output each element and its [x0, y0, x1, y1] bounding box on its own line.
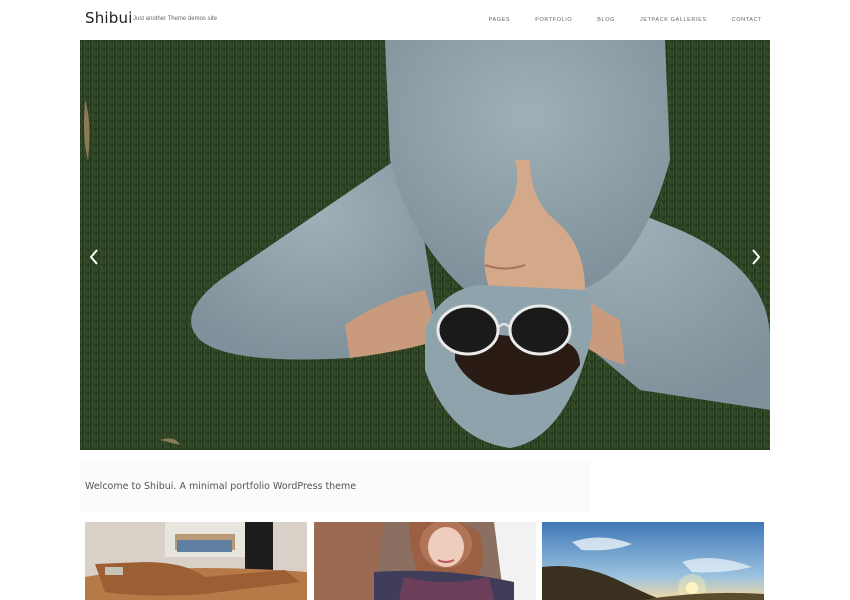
slider-next-button[interactable]	[748, 246, 764, 268]
portfolio-image	[542, 522, 764, 600]
portfolio-thumbnail[interactable]	[542, 522, 764, 600]
portfolio-image	[85, 522, 307, 600]
portfolio-image	[314, 522, 536, 600]
chevron-left-icon	[89, 249, 98, 265]
site-header: Shibui Just another Theme demos site PAG…	[0, 0, 850, 40]
nav-item-pages[interactable]: PAGES	[489, 17, 511, 23]
site-tagline: Just another Theme demos site	[133, 16, 217, 22]
hero-photo	[80, 40, 770, 450]
slider-prev-button[interactable]	[86, 246, 102, 268]
site-title[interactable]: Shibui	[85, 9, 133, 27]
portfolio-thumbnail[interactable]	[314, 522, 536, 600]
hero-slider-image[interactable]	[80, 40, 770, 450]
intro-section: Welcome to Shibui. A minimal portfolio W…	[80, 462, 590, 512]
portfolio-thumbnail[interactable]	[85, 522, 307, 600]
intro-text: Welcome to Shibui. A minimal portfolio W…	[85, 481, 357, 492]
chevron-right-icon	[752, 249, 761, 265]
nav-item-blog[interactable]: BLOG	[597, 17, 615, 23]
nav-item-portfolio[interactable]: PORTFOLIO	[535, 17, 572, 23]
main-nav: PAGES PORTFOLIO BLOG JETPACK GALLERIES C…	[464, 17, 762, 23]
nav-item-jetpack-galleries[interactable]: JETPACK GALLERIES	[640, 17, 707, 23]
nav-item-contact[interactable]: CONTACT	[732, 17, 762, 23]
